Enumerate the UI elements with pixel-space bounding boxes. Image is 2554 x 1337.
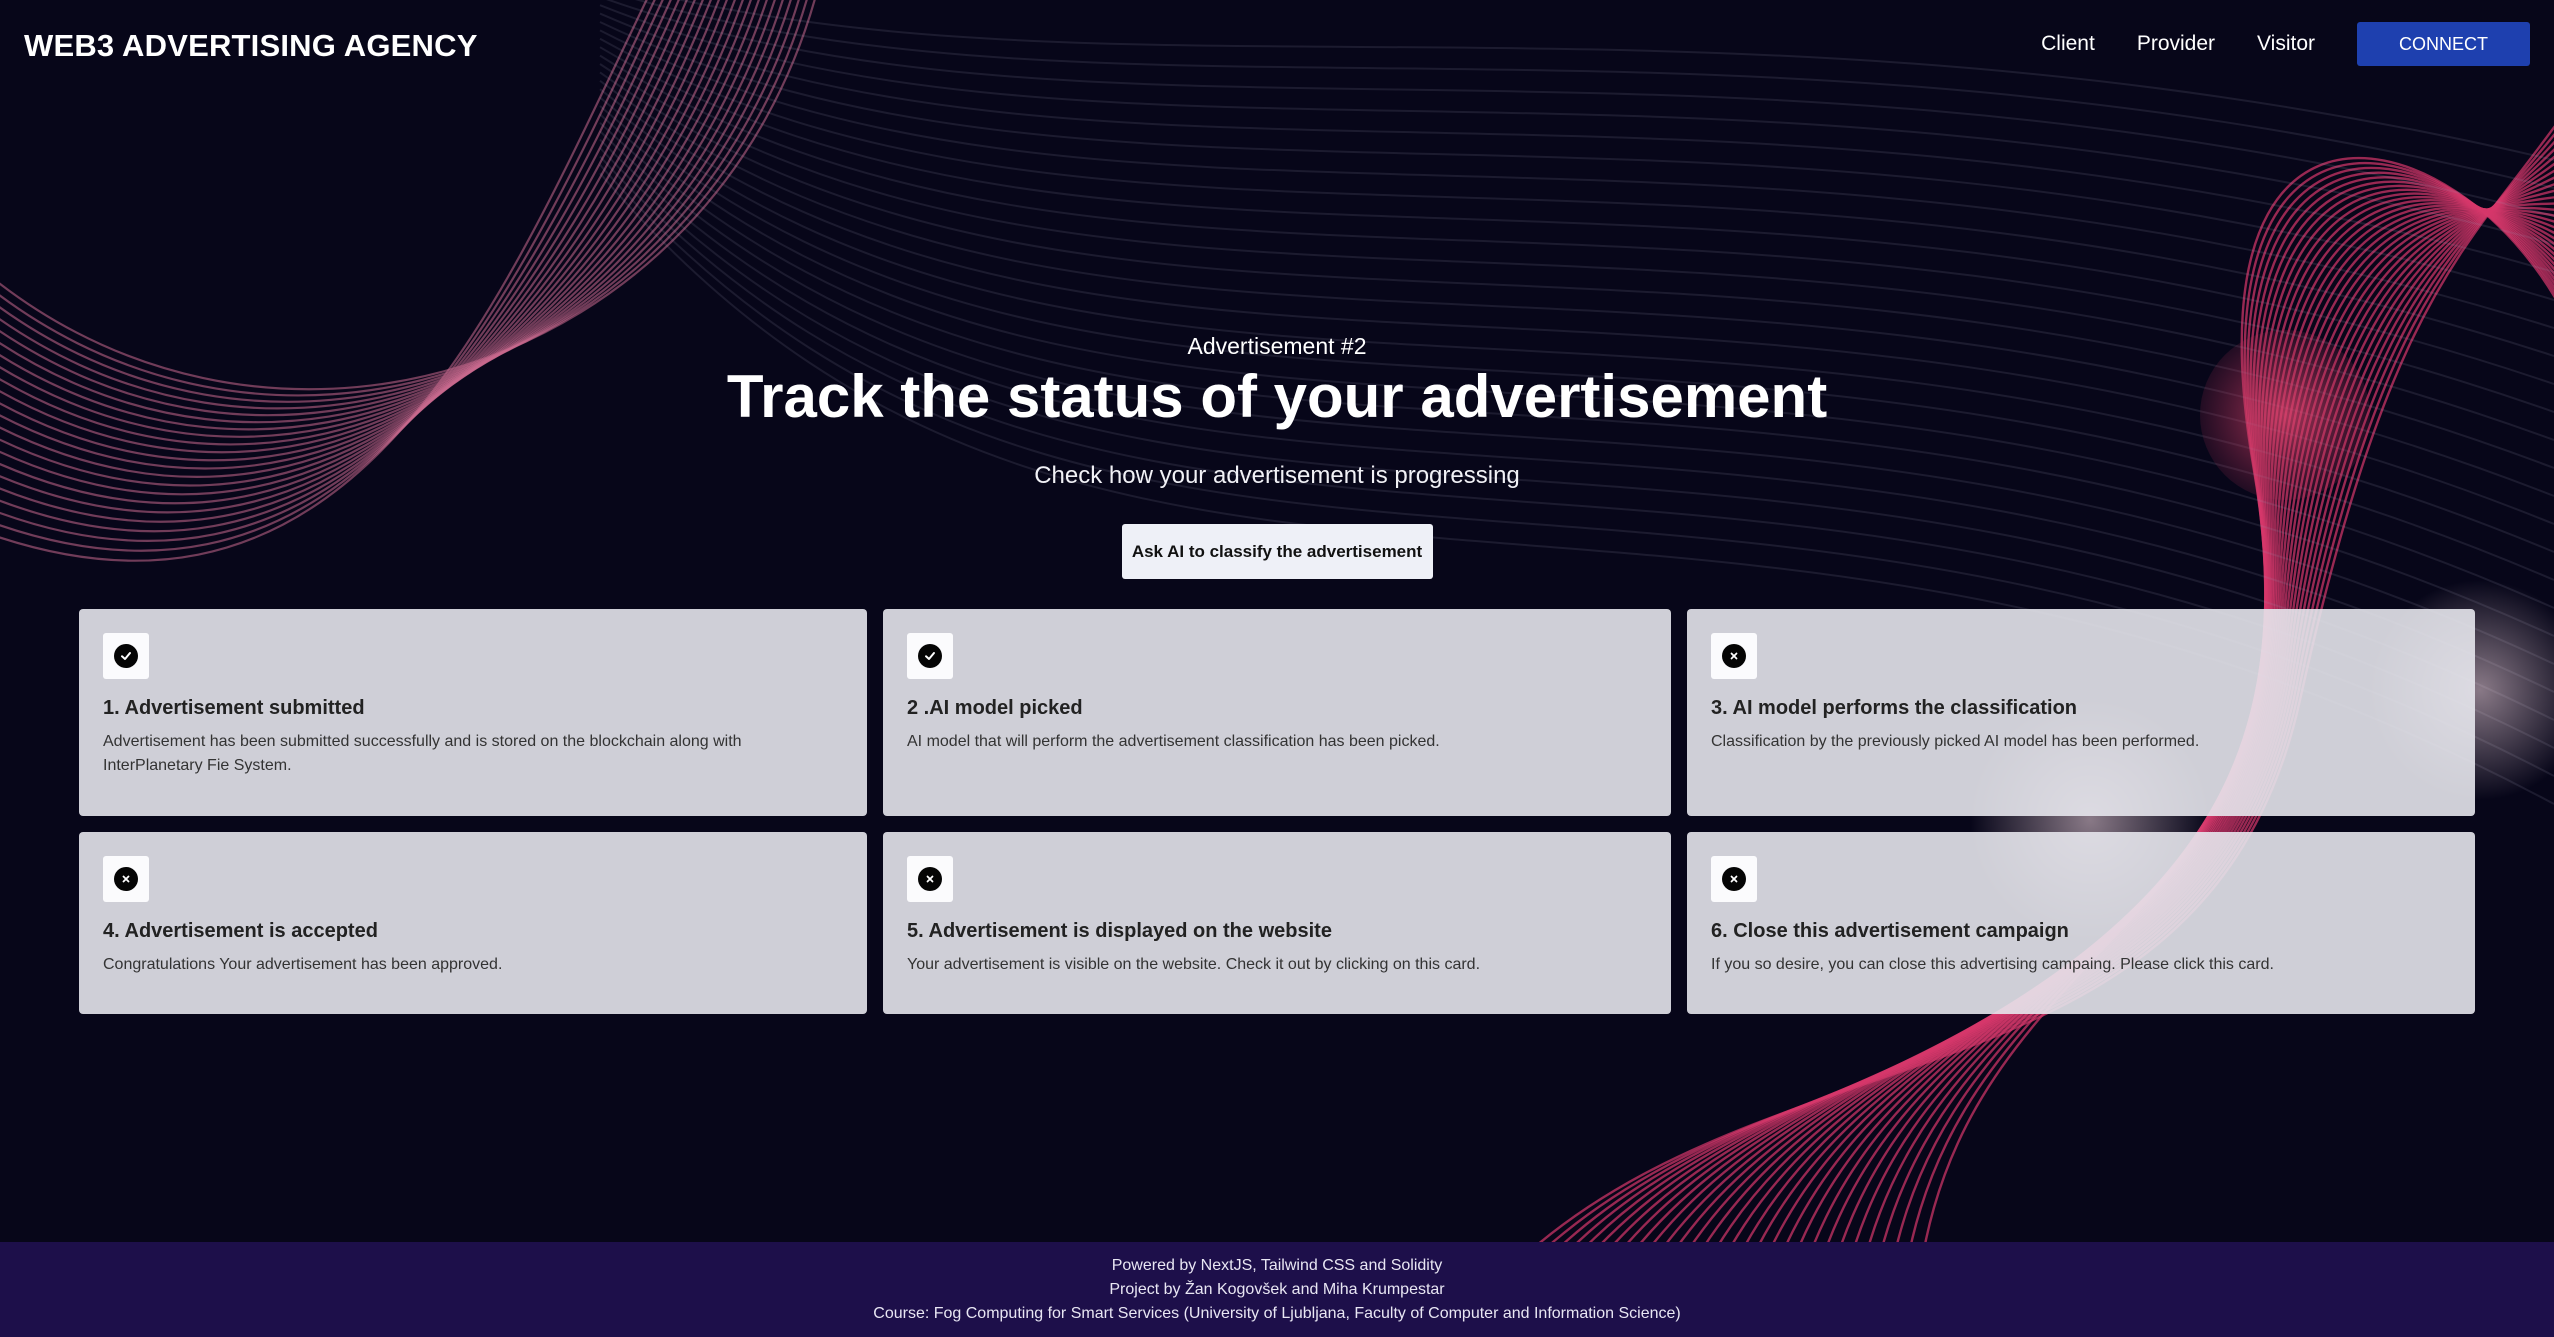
connect-button[interactable]: CONNECT <box>2357 22 2530 66</box>
page-title: Track the status of your advertisement <box>726 363 1828 430</box>
status-card-accepted[interactable]: 4. Advertisement is accepted Congratulat… <box>79 832 867 1014</box>
site-logo[interactable]: WEB3 ADVERTISING AGENCY <box>24 28 478 64</box>
status-icon-box <box>1711 633 1757 679</box>
card-description: Advertisement has been submitted success… <box>103 733 742 774</box>
card-title: 1. Advertisement submitted <box>103 697 365 719</box>
nav-client-link[interactable]: Client <box>2041 32 2095 56</box>
card-description: AI model that will perform the advertise… <box>907 733 1440 750</box>
hero-section: Advertisement #2 Track the status of you… <box>0 330 2554 579</box>
card-description: Congratulations Your advertisement has b… <box>103 956 503 973</box>
status-cards-grid: 1. Advertisement submitted Advertisement… <box>79 609 2475 1014</box>
status-card-submitted[interactable]: 1. Advertisement submitted Advertisement… <box>79 609 867 816</box>
card-title: 5. Advertisement is displayed on the web… <box>907 920 1332 942</box>
status-card-model-picked[interactable]: 2 .AI model picked AI model that will pe… <box>883 609 1671 816</box>
footer-powered-by: Powered by NextJS, Tailwind CSS and Soli… <box>1111 1257 1443 1274</box>
check-icon <box>918 644 942 668</box>
footer-course: Course: Fog Computing for Smart Services… <box>873 1305 1681 1322</box>
status-icon-box <box>103 856 149 902</box>
card-title: 6. Close this advertisement campaign <box>1711 920 2069 942</box>
top-header: WEB3 ADVERTISING AGENCY Client Provider … <box>0 0 2554 92</box>
close-icon <box>918 867 942 891</box>
close-icon <box>1722 644 1746 668</box>
card-description: Classification by the previously picked … <box>1711 733 2200 750</box>
card-title: 4. Advertisement is accepted <box>103 920 378 942</box>
status-icon-box <box>1711 856 1757 902</box>
close-icon <box>1722 867 1746 891</box>
nav-visitor-link[interactable]: Visitor <box>2257 32 2315 56</box>
status-icon-box <box>103 633 149 679</box>
status-icon-box <box>907 633 953 679</box>
card-title: 3. AI model performs the classification <box>1711 697 2078 719</box>
ask-ai-classify-button[interactable]: Ask AI to classify the advertisement <box>1121 524 1433 579</box>
page-footer: Powered by NextJS, Tailwind CSS and Soli… <box>0 1242 2554 1337</box>
advertisement-number: Advertisement #2 <box>1187 333 1367 359</box>
card-description: If you so desire, you can close this adv… <box>1711 956 2274 973</box>
check-icon <box>114 644 138 668</box>
card-description: Your advertisement is visible on the web… <box>907 956 1481 973</box>
status-card-classification[interactable]: 3. AI model performs the classification … <box>1687 609 2475 816</box>
card-title: 2 .AI model picked <box>907 697 1083 719</box>
nav-provider-link[interactable]: Provider <box>2137 32 2215 56</box>
close-icon <box>114 867 138 891</box>
main-nav: Client Provider Visitor CONNECT <box>2041 22 2530 66</box>
footer-authors: Project by Žan Kogovšek and Miha Krumpes… <box>1109 1281 1445 1298</box>
status-card-close-campaign[interactable]: 6. Close this advertisement campaign If … <box>1687 832 2475 1014</box>
status-card-displayed[interactable]: 5. Advertisement is displayed on the web… <box>883 832 1671 1014</box>
page-description: Check how your advertisement is progress… <box>1034 462 1520 489</box>
status-icon-box <box>907 856 953 902</box>
